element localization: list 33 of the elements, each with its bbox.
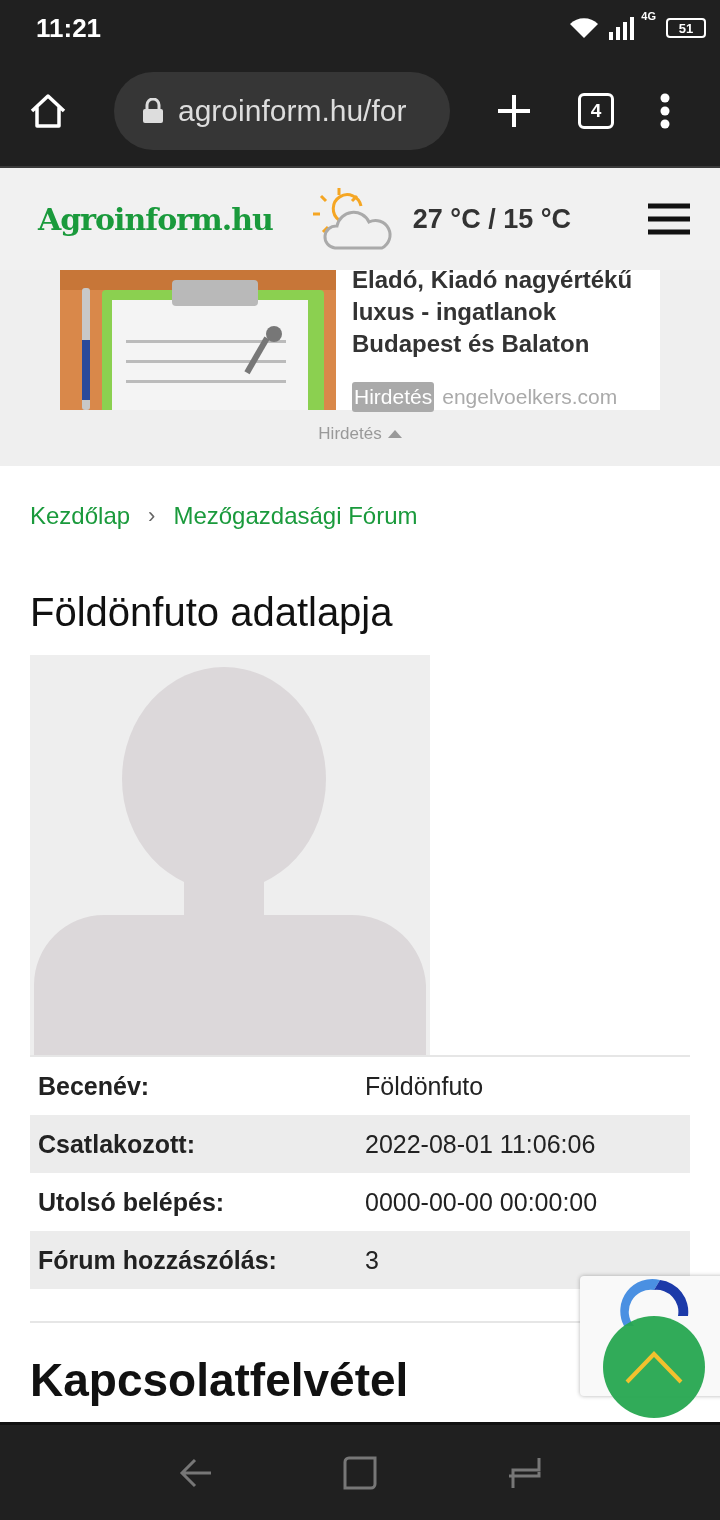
hamburger-menu-icon[interactable] <box>648 203 690 235</box>
ad-label: Hirdetés <box>352 382 435 412</box>
ad-source: engelvoelkers.com <box>442 385 618 409</box>
profile-value: 2022-08-01 11:06:06 <box>365 1129 597 1159</box>
breadcrumb-link[interactable]: Mezőgazdasági Fórum <box>173 502 418 530</box>
address-bar[interactable]: agroinform.hu/for <box>114 72 450 150</box>
profile-value: 3 <box>365 1245 380 1275</box>
lock-icon <box>142 98 164 124</box>
section-title: Kapcsolatfelvétel <box>30 1353 409 1407</box>
tab-count-button[interactable]: 4 <box>578 93 614 129</box>
breadcrumb-link[interactable]: Kezdőlap <box>30 502 131 530</box>
weather-temperature: 27 °C / 15 °C <box>412 203 572 235</box>
profile-label: Utolsó belépés: <box>38 1187 226 1217</box>
url-text: agroinform.hu/for <box>178 94 407 128</box>
caret-icon <box>387 430 402 438</box>
page-title: Földönfuto adatlapja <box>30 590 394 635</box>
home-button-icon[interactable] <box>343 1455 377 1490</box>
profile-label: Fórum hozzászólás: <box>38 1245 278 1275</box>
profile-value: 0000-00-00 00:00:00 <box>365 1187 599 1217</box>
profile-label: Becenév: <box>38 1071 151 1101</box>
battery-icon: 51 <box>666 18 706 38</box>
ad-card[interactable]: Eladó, Kiadó nagyértékű luxus - ingatlanok Budapest és Balaton Hirdetés engelvoelkers.com <box>60 270 660 410</box>
recent-apps-icon[interactable] <box>507 1455 541 1490</box>
new-tab-icon[interactable] <box>496 93 532 129</box>
menu-icon[interactable] <box>660 93 670 129</box>
profile-label: Csatlakozott: <box>38 1129 196 1159</box>
wifi-icon <box>569 16 600 40</box>
chevron-up-icon <box>624 1350 684 1384</box>
profile-value: Földönfuto <box>365 1071 485 1101</box>
breadcrumb-separator: › <box>148 503 156 529</box>
home-icon[interactable] <box>28 91 68 131</box>
network-type: 4G <box>641 10 656 22</box>
clock-time: 11:21 <box>36 12 103 44</box>
